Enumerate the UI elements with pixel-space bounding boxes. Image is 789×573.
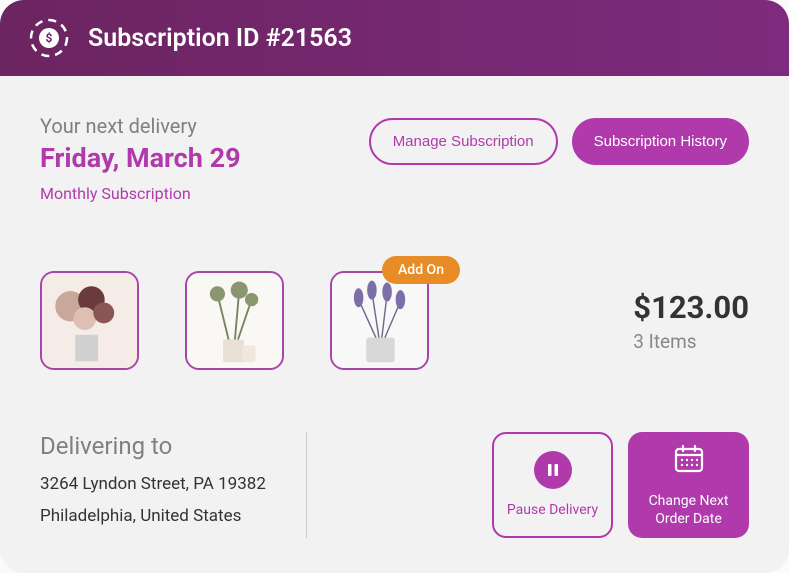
next-delivery-info: Your next delivery Friday, March 29 Mont… xyxy=(40,114,241,203)
content-area: Your next delivery Friday, March 29 Mont… xyxy=(0,76,789,568)
product-image-3 xyxy=(332,273,427,368)
product-image-1 xyxy=(42,273,137,368)
addon-badge: Add On xyxy=(382,256,460,284)
item-count: 3 Items xyxy=(633,330,749,353)
svg-text:$: $ xyxy=(46,31,53,45)
delivering-to-label: Delivering to xyxy=(40,432,266,460)
top-buttons: Manage Subscription Subscription History xyxy=(369,118,749,165)
change-date-label: Change Next Order Date xyxy=(628,492,749,528)
subscription-id-title: Subscription ID #21563 xyxy=(88,24,352,53)
price-summary: $123.00 3 Items xyxy=(633,289,749,353)
product-list: Add On xyxy=(40,271,429,370)
dollar-circle-icon: $ xyxy=(28,17,70,59)
delivery-date: Friday, March 29 xyxy=(40,142,241,174)
pause-delivery-button[interactable]: Pause Delivery xyxy=(492,432,613,538)
change-date-button[interactable]: Change Next Order Date xyxy=(628,432,749,538)
top-row: Your next delivery Friday, March 29 Mont… xyxy=(40,114,749,203)
shipping-info: Delivering to 3264 Lyndon Street, PA 193… xyxy=(40,432,266,538)
product-item-2[interactable] xyxy=(185,271,284,370)
bottom-actions: Pause Delivery xyxy=(492,432,749,538)
divider xyxy=(306,432,307,538)
total-price: $123.00 xyxy=(633,289,749,326)
address-line-1: 3264 Lyndon Street, PA 19382 xyxy=(40,474,266,494)
bottom-row: Delivering to 3264 Lyndon Street, PA 193… xyxy=(40,432,749,538)
header: $ Subscription ID #21563 xyxy=(0,0,789,76)
pause-label: Pause Delivery xyxy=(499,501,606,519)
product-item-3[interactable]: Add On xyxy=(330,271,429,370)
calendar-icon xyxy=(672,442,706,480)
subscription-history-button[interactable]: Subscription History xyxy=(572,118,749,165)
subscription-card: $ Subscription ID #21563 Your next deliv… xyxy=(0,0,789,573)
product-image-2 xyxy=(187,273,282,368)
product-item-1[interactable] xyxy=(40,271,139,370)
next-delivery-label: Your next delivery xyxy=(40,114,241,138)
subscription-type: Monthly Subscription xyxy=(40,184,241,203)
address-line-2: Philadelphia, United States xyxy=(40,506,266,526)
pause-icon xyxy=(534,451,572,489)
middle-row: Add On xyxy=(40,271,749,370)
manage-subscription-button[interactable]: Manage Subscription xyxy=(369,118,558,165)
